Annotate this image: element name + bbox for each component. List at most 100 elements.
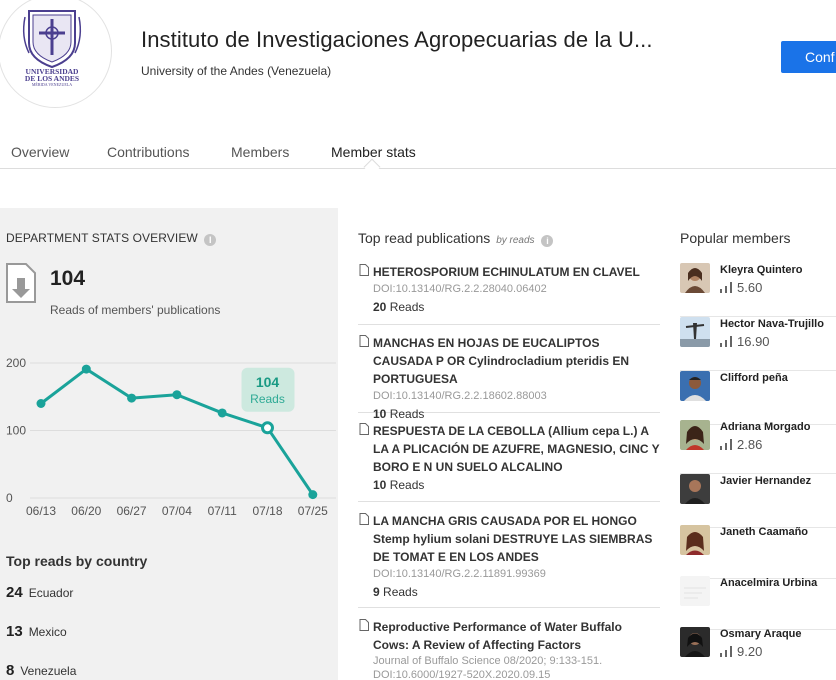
member-score-value: 9.20 <box>737 644 763 659</box>
member-item[interactable]: Hector Nava-Trujillo 16.90 <box>680 317 836 371</box>
chart-x-tick-label: 06/20 <box>71 504 101 518</box>
chart-x-tick-label: 07/11 <box>208 504 237 518</box>
publications-heading: Top read publications by reads i <box>358 230 554 247</box>
member-score-value: 16.90 <box>737 334 770 349</box>
institution-logo[interactable]: UNIVERSIDAD DE LOS ANDES MÉRIDA VENEZUEL… <box>0 0 112 108</box>
country-count: 24 <box>6 584 23 601</box>
avatar[interactable] <box>680 627 710 657</box>
document-icon <box>359 513 369 525</box>
publication-doi[interactable]: DOI:10.13140/RG.2.2.18602.88003 <box>373 388 660 405</box>
university-seal-icon: UNIVERSIDAD DE LOS ANDES MÉRIDA VENEZUEL… <box>22 10 82 87</box>
publication-title[interactable]: MANCHAS EN HOJAS DE EUCALIPTOS CAUSADA P… <box>373 334 660 388</box>
chart-data-point[interactable] <box>127 393 137 403</box>
tab-member-stats[interactable]: Member stats <box>331 144 416 160</box>
avatar[interactable] <box>680 474 710 504</box>
avatar[interactable] <box>680 525 710 555</box>
chart-x-tick-label: 06/27 <box>117 504 147 518</box>
document-icon <box>359 264 369 276</box>
chart-x-tick-label: 07/25 <box>298 504 328 518</box>
bar-chart-icon <box>720 646 732 657</box>
publication-reads: 9 Reads <box>373 583 660 602</box>
member-item[interactable]: Clifford peña <box>680 371 836 425</box>
member-name[interactable]: Adriana Morgado <box>720 421 810 433</box>
country-count: 13 <box>6 623 23 640</box>
total-reads-caption: Reads of members' publications <box>50 303 221 317</box>
reads-download-icon <box>6 263 36 303</box>
member-name[interactable]: Osmary Araque <box>720 628 802 640</box>
chart-data-point[interactable] <box>81 364 91 374</box>
publication-reads-count: 10 <box>373 407 387 421</box>
institution-name[interactable]: Instituto de Investigaciones Agropecuari… <box>141 27 653 53</box>
member-name[interactable]: Janeth Caamaño <box>720 526 808 538</box>
member-score: 9.20 <box>720 644 762 659</box>
member-item[interactable]: Janeth Caamaño <box>680 525 836 579</box>
publication-reads-label: Reads <box>389 478 425 492</box>
tab-contributions[interactable]: Contributions <box>107 144 190 160</box>
stats-overview-title: DEPARTMENT STATS OVERVIEW <box>6 231 198 245</box>
member-name[interactable]: Hector Nava-Trujillo <box>720 318 824 330</box>
chart-x-tick-label: 07/18 <box>252 504 282 518</box>
confirm-button[interactable]: Conf <box>781 41 836 73</box>
bar-chart-icon <box>720 282 732 293</box>
publication-title[interactable]: Reproductive Performance of Water Buffal… <box>373 618 660 654</box>
member-score-value: 5.60 <box>737 280 763 295</box>
publication-reads-count: 10 <box>373 478 387 492</box>
member-name[interactable]: Kleyra Quintero <box>720 264 803 276</box>
tab-overview[interactable]: Overview <box>11 144 69 160</box>
avatar[interactable] <box>680 420 710 450</box>
total-reads-value: 104 <box>50 267 86 290</box>
publication-reads: 20 Reads <box>373 298 660 317</box>
chart-data-point[interactable] <box>36 399 46 408</box>
chart-y-tick-label: 200 <box>6 356 26 370</box>
publication-doi[interactable]: DOI:10.13140/RG.2.2.28040.06402 <box>373 281 660 298</box>
publication-reads-label: Reads <box>383 585 418 599</box>
svg-text:MÉRIDA VENEZUELA: MÉRIDA VENEZUELA <box>32 82 72 87</box>
member-name[interactable]: Anacelmira Urbina <box>720 577 817 589</box>
popular-members-title: Popular members <box>680 230 791 246</box>
chart-data-point[interactable] <box>261 421 274 435</box>
publication-title[interactable]: LA MANCHA GRIS CAUSADA POR EL HONGO Stem… <box>373 512 660 566</box>
member-score: 2.86 <box>720 437 762 452</box>
avatar[interactable] <box>680 263 710 293</box>
member-item[interactable]: Anacelmira Urbina <box>680 576 836 630</box>
publication-title[interactable]: HETEROSPORIUM ECHINULATUM EN CLAVEL <box>373 263 660 281</box>
member-item[interactable]: Javier Hernandez <box>680 474 836 528</box>
publication-journal[interactable]: Journal of Buffalo Science 08/2020; 9:13… <box>373 654 660 680</box>
chart-data-point[interactable] <box>217 408 227 418</box>
country-row: 8 Venezuela <box>6 662 76 680</box>
chart-data-point[interactable] <box>172 390 182 400</box>
chart-x-tick-label: 07/04 <box>162 504 192 518</box>
member-name[interactable]: Clifford peña <box>720 372 788 384</box>
country-row: 13 Mexico <box>6 623 67 641</box>
member-item[interactable]: Osmary Araque 9.20 <box>680 627 836 680</box>
chart-tooltip-label: Reads <box>250 392 285 406</box>
member-score: 5.60 <box>720 280 762 295</box>
member-item[interactable]: Kleyra Quintero 5.60 <box>680 263 836 317</box>
stats-overview-heading: DEPARTMENT STATS OVERVIEW i <box>6 231 217 246</box>
publication-title[interactable]: RESPUESTA DE LA CEBOLLA (Allium cepa L.)… <box>373 422 660 476</box>
publication-doi[interactable]: DOI:10.13140/RG.2.2.11891.99369 <box>373 566 660 583</box>
chart-data-point[interactable] <box>308 490 318 500</box>
publication-reads-count: 20 <box>373 300 387 314</box>
member-score-value: 2.86 <box>737 437 763 452</box>
bar-chart-icon <box>720 336 732 347</box>
publication-item: MANCHAS EN HOJAS DE EUCALIPTOS CAUSADA P… <box>358 334 660 421</box>
tab-members[interactable]: Members <box>231 144 289 160</box>
country-count: 8 <box>6 662 15 679</box>
publication-item: Reproductive Performance of Water Buffal… <box>358 618 660 680</box>
document-icon <box>359 423 369 435</box>
chart-y-tick-label: 0 <box>6 491 13 505</box>
info-icon[interactable]: i <box>204 234 217 246</box>
member-item[interactable]: Adriana Morgado 2.86 <box>680 420 836 474</box>
publication-item: LA MANCHA GRIS CAUSADA POR EL HONGO Stem… <box>358 512 660 608</box>
university-name[interactable]: University of the Andes (Venezuela) <box>141 64 331 78</box>
avatar[interactable] <box>680 317 710 347</box>
publications-sort-label: by reads <box>496 235 535 246</box>
info-icon[interactable]: i <box>541 235 554 247</box>
member-name[interactable]: Javier Hernandez <box>720 475 811 487</box>
avatar[interactable] <box>680 371 710 401</box>
avatar[interactable] <box>680 576 710 606</box>
publication-reads-label: Reads <box>389 407 425 421</box>
reads-line-chart: 0 100 200 06/13 06/20 06/27 07/04 07/11 07/18 07… <box>6 356 336 518</box>
chart-y-tick-label: 100 <box>6 424 26 438</box>
